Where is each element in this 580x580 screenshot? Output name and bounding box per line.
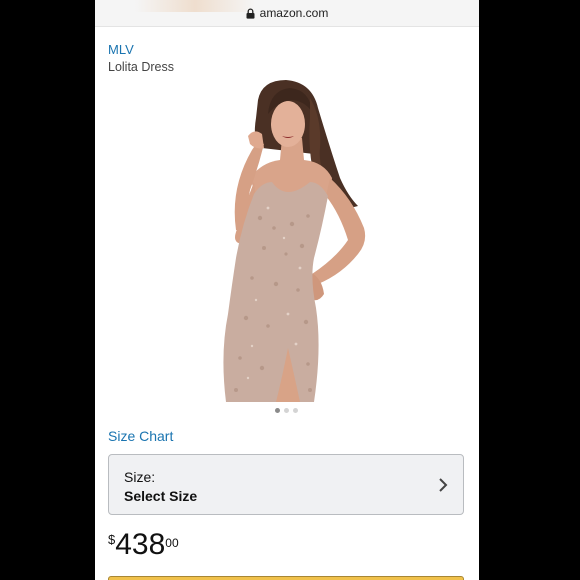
- size-selector[interactable]: Size: Select Size: [108, 454, 464, 515]
- url-row: amazon.com: [95, 5, 479, 21]
- size-label: Size:: [124, 469, 156, 485]
- url-domain: amazon.com: [259, 6, 329, 20]
- size-value: Select Size: [124, 488, 198, 504]
- carousel-dot-3[interactable]: [293, 408, 298, 413]
- product-photo[interactable]: [190, 78, 400, 402]
- product-page: amazon.com MLV Lolita Dress Size Chart S…: [95, 0, 479, 580]
- product-title: Lolita Dress: [108, 60, 174, 74]
- size-chart-link[interactable]: Size Chart: [108, 428, 173, 444]
- price: $43800: [108, 528, 179, 562]
- chevron-right-icon: [439, 478, 448, 492]
- brand-link[interactable]: MLV: [108, 42, 134, 57]
- browser-url-bar[interactable]: amazon.com: [95, 0, 479, 27]
- carousel-dot-2[interactable]: [284, 408, 289, 413]
- lock-icon: [246, 7, 255, 19]
- price-currency: $: [108, 532, 116, 547]
- price-whole: 438: [115, 528, 166, 561]
- price-fraction: 00: [165, 536, 179, 550]
- image-carousel-dots: [275, 408, 298, 413]
- add-to-cart-button[interactable]: [108, 576, 464, 580]
- carousel-dot-1[interactable]: [275, 408, 280, 413]
